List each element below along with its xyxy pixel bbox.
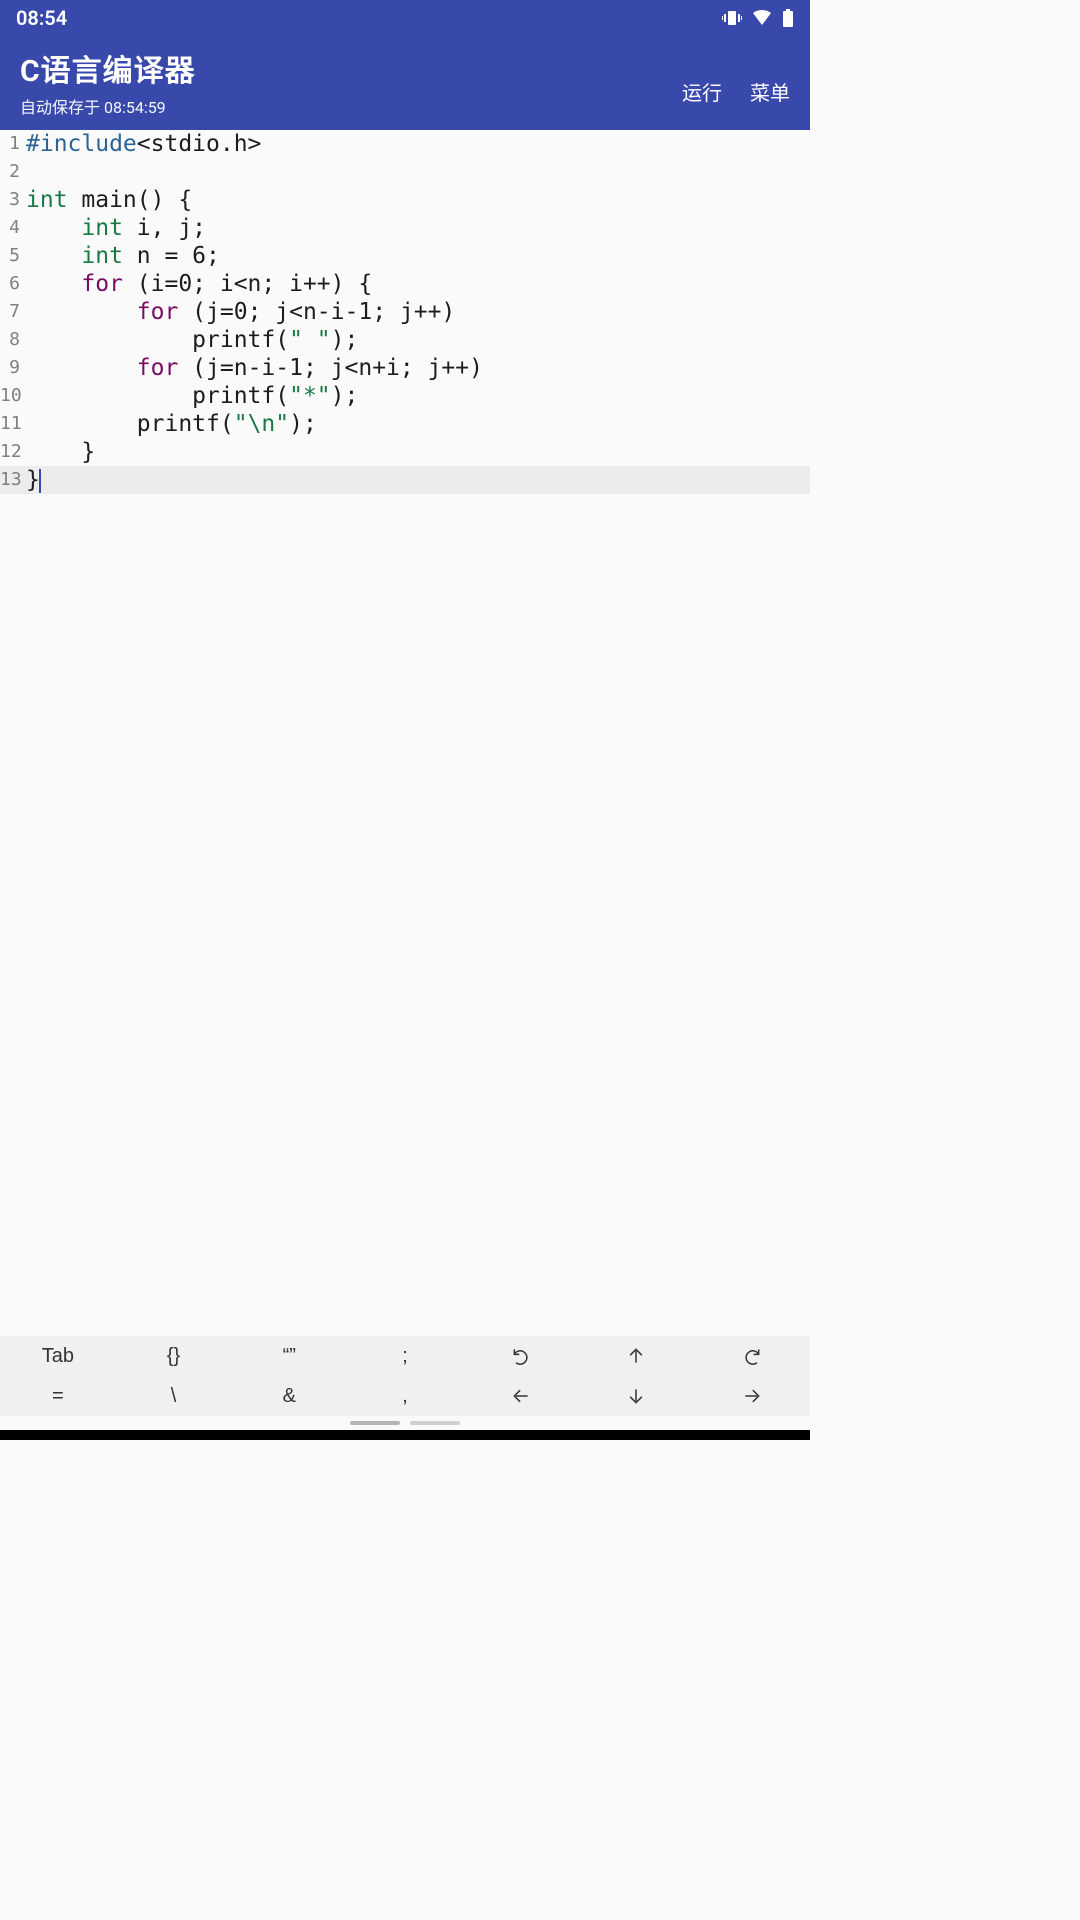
insert-char-button[interactable]: , — [347, 1376, 463, 1416]
code-line[interactable]: 2 — [0, 158, 810, 186]
line-number: 10 — [0, 382, 22, 410]
line-number: 11 — [0, 410, 22, 438]
code-content[interactable]: for (j=n-i-1; j<n+i; j++) — [22, 354, 483, 382]
code-content[interactable]: printf("\n"); — [22, 410, 317, 438]
code-line[interactable]: 4 int i, j; — [0, 214, 810, 242]
line-number: 1 — [0, 130, 22, 158]
insert-char-button[interactable]: = — [0, 1376, 116, 1416]
nav-pill — [350, 1421, 400, 1425]
status-bar: 08:54 — [0, 0, 810, 36]
code-content[interactable]: int i, j; — [22, 214, 206, 242]
insert-Tab-button[interactable]: Tab — [0, 1336, 116, 1376]
app-title: C语言编译器 — [20, 46, 196, 90]
line-number: 7 — [0, 298, 22, 326]
insert-char-button[interactable]: ; — [347, 1336, 463, 1376]
code-content[interactable]: } — [22, 466, 41, 494]
insert-charchar-button[interactable]: {} — [116, 1336, 232, 1376]
arrow-left-icon — [511, 1386, 531, 1406]
line-number: 13 — [0, 466, 22, 494]
status-icons — [722, 9, 794, 27]
line-number: 4 — [0, 214, 22, 242]
line-number: 5 — [0, 242, 22, 270]
code-line[interactable]: 6 for (i=0; i<n; i++) { — [0, 270, 810, 298]
menu-button[interactable]: 菜单 — [750, 77, 790, 106]
line-number: 6 — [0, 270, 22, 298]
code-line[interactable]: 3int main() { — [0, 186, 810, 214]
line-number: 8 — [0, 326, 22, 354]
autosave-status: 自动保存于 08:54:59 — [20, 94, 196, 118]
arrow-right-icon-button[interactable] — [694, 1376, 810, 1416]
bottom-strip — [0, 1430, 810, 1440]
code-line[interactable]: 1#include<stdio.h> — [0, 130, 810, 158]
code-line[interactable]: 10 printf("*"); — [0, 382, 810, 410]
arrow-down-icon — [626, 1386, 646, 1406]
code-editor[interactable]: 1#include<stdio.h>23int main() {4 int i,… — [0, 130, 810, 1336]
code-line[interactable]: 12 } — [0, 438, 810, 466]
arrow-down-icon-button[interactable] — [579, 1376, 695, 1416]
status-time: 08:54 — [16, 6, 67, 30]
arrow-right-icon — [742, 1386, 762, 1406]
code-content[interactable]: #include<stdio.h> — [22, 130, 261, 158]
code-line[interactable]: 13} — [0, 466, 810, 494]
line-number: 9 — [0, 354, 22, 382]
redo-icon-button[interactable] — [694, 1336, 810, 1376]
vibrate-icon — [722, 10, 742, 26]
keyboard-toolbar: Tab{}“”; =\&, — [0, 1336, 810, 1416]
code-content[interactable] — [22, 158, 26, 186]
code-content[interactable]: } — [22, 438, 95, 466]
app-bar: C语言编译器 自动保存于 08:54:59 运行 菜单 — [0, 36, 810, 130]
arrow-up-icon — [626, 1346, 646, 1366]
code-content[interactable]: for (j=0; j<n-i-1; j++) — [22, 298, 455, 326]
insert-char-button[interactable]: & — [231, 1376, 347, 1416]
arrow-up-icon-button[interactable] — [579, 1336, 695, 1376]
wifi-icon — [752, 10, 772, 26]
code-line[interactable]: 11 printf("\n"); — [0, 410, 810, 438]
code-line[interactable]: 7 for (j=0; j<n-i-1; j++) — [0, 298, 810, 326]
redo-icon — [742, 1346, 762, 1366]
run-button[interactable]: 运行 — [682, 77, 722, 106]
undo-icon — [511, 1346, 531, 1366]
gesture-bar — [0, 1416, 810, 1430]
code-content[interactable]: printf(" "); — [22, 326, 358, 354]
line-number: 12 — [0, 438, 22, 466]
text-cursor — [39, 469, 41, 493]
undo-icon-button[interactable] — [463, 1336, 579, 1376]
code-content[interactable]: for (i=0; i<n; i++) { — [22, 270, 372, 298]
insert-charchar-button[interactable]: “” — [231, 1336, 347, 1376]
nav-pill — [410, 1421, 460, 1425]
code-content[interactable]: printf("*"); — [22, 382, 358, 410]
line-number: 2 — [0, 158, 22, 186]
arrow-left-icon-button[interactable] — [463, 1376, 579, 1416]
line-number: 3 — [0, 186, 22, 214]
code-content[interactable]: int n = 6; — [22, 242, 220, 270]
code-line[interactable]: 9 for (j=n-i-1; j<n+i; j++) — [0, 354, 810, 382]
code-line[interactable]: 8 printf(" "); — [0, 326, 810, 354]
battery-icon — [782, 9, 794, 27]
insert-char-button[interactable]: \ — [116, 1376, 232, 1416]
code-content[interactable]: int main() { — [22, 186, 192, 214]
code-line[interactable]: 5 int n = 6; — [0, 242, 810, 270]
